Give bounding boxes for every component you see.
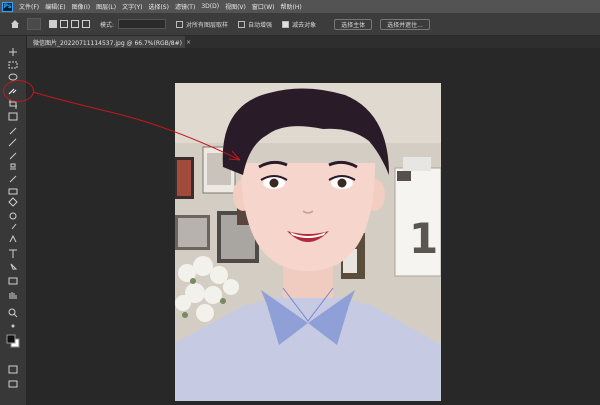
dodge-tool-icon xyxy=(11,223,17,230)
frame-tool-icon xyxy=(8,112,18,121)
calendar-day-number: 1 xyxy=(409,214,438,263)
menu-image[interactable]: 图像(I) xyxy=(69,2,93,11)
sample-all-layers-checkbox[interactable] xyxy=(176,20,184,28)
select-and-mask-button[interactable]: 选择并遮住... xyxy=(380,18,430,30)
eraser-tool-icon xyxy=(8,188,18,195)
foreground-color-swatch xyxy=(6,334,16,344)
clone-stamp-tool-icon xyxy=(10,163,16,170)
new-selection-icon[interactable] xyxy=(49,20,57,28)
close-icon[interactable]: × xyxy=(186,39,191,46)
healing-brush-tool-icon xyxy=(8,138,17,147)
quick-mask-icon xyxy=(8,365,18,374)
screen-mode-icon xyxy=(8,380,18,388)
menu-3d[interactable]: 3D(D) xyxy=(198,3,222,10)
menu-edit[interactable]: 编辑(E) xyxy=(42,2,68,11)
home-icon[interactable] xyxy=(9,18,21,30)
mode-label: 模式: xyxy=(100,21,115,29)
rectangle-tool-icon xyxy=(8,277,18,285)
document-tab[interactable]: 微信图片_20220711114537.jpg @ 66.7%(RGB/8#) … xyxy=(27,36,191,48)
mode-dropdown[interactable] xyxy=(118,19,167,29)
brush-tool-icon xyxy=(9,152,17,160)
portrait-illustration: 1 xyxy=(175,83,441,401)
pen-tool-icon xyxy=(9,234,17,243)
hand-tool-icon xyxy=(9,292,17,299)
sample-all-layers-label: 对所有图层取样 xyxy=(186,21,229,29)
intersect-selection-icon[interactable] xyxy=(82,20,90,28)
document-tab-title: 微信图片_20220711114537.jpg @ 66.7%(RGB/8#) xyxy=(33,39,182,47)
menu-type[interactable]: 文字(Y) xyxy=(119,2,145,11)
menu-help[interactable]: 帮助(H) xyxy=(278,2,305,11)
move-tool-icon xyxy=(9,48,17,56)
add-selection-icon[interactable] xyxy=(60,20,68,28)
auto-enhance-label: 自动增强 xyxy=(248,21,273,29)
select-subject-button[interactable]: 选择主体 xyxy=(334,18,373,30)
subtract-target-checkbox[interactable] xyxy=(282,20,290,28)
eyedropper-tool-icon xyxy=(9,127,17,135)
subtract-selection-icon[interactable] xyxy=(71,20,79,28)
auto-enhance-checkbox[interactable] xyxy=(238,20,246,28)
selection-mode-group xyxy=(49,20,90,28)
gradient-tool-icon xyxy=(8,197,18,207)
document-tab-strip: 微信图片_20220711114537.jpg @ 66.7%(RGB/8#) … xyxy=(27,36,600,48)
menu-file[interactable]: 文件(F) xyxy=(16,2,42,11)
photoshop-logo[interactable]: Ps xyxy=(2,1,13,12)
options-bar: 模式: 对所有图层取样 自动增强 减去对象 选择主体 选择并遮住... xyxy=(0,13,600,36)
document-image[interactable]: 1 xyxy=(175,83,441,401)
subtract-target-label: 减去对象 xyxy=(292,21,317,29)
marquee-tool-icon xyxy=(8,61,18,69)
type-tool-icon xyxy=(9,249,17,258)
menu-select[interactable]: 选择(S) xyxy=(145,2,172,11)
menu-bar: Ps 文件(F) 编辑(E) 图像(I) 图层(L) 文字(Y) 选择(S) 滤… xyxy=(0,0,600,13)
annotation-circle xyxy=(3,80,34,102)
path-selection-tool-icon xyxy=(10,263,18,270)
blur-tool-icon xyxy=(9,212,17,220)
menu-layer[interactable]: 图层(L) xyxy=(93,2,119,11)
menu-view[interactable]: 视图(V) xyxy=(222,2,249,11)
current-tool-preset-icon[interactable] xyxy=(27,18,41,30)
menu-filter[interactable]: 滤镜(T) xyxy=(172,2,198,11)
menu-window[interactable]: 窗口(W) xyxy=(249,2,278,11)
history-brush-tool-icon xyxy=(9,175,17,183)
